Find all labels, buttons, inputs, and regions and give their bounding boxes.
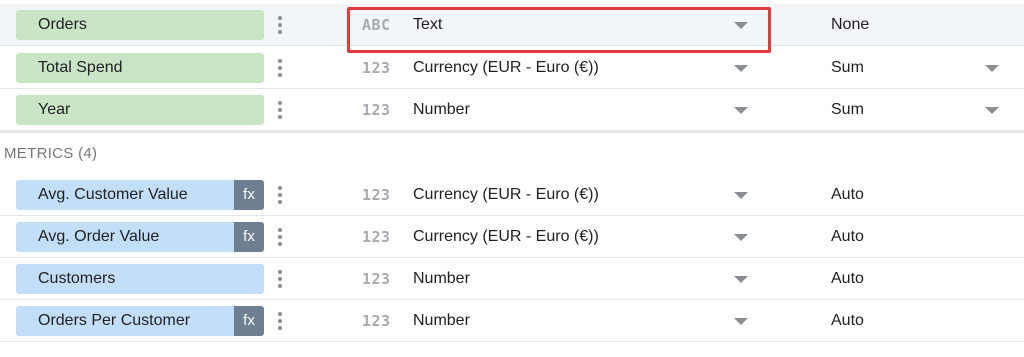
field-type-select[interactable]: Number (413, 101, 470, 119)
field-chip[interactable]: Year (16, 95, 264, 125)
caret-down-icon[interactable] (734, 192, 748, 199)
field-chip[interactable]: Orders (16, 10, 264, 40)
formula-badge[interactable]: fx (234, 222, 264, 252)
formula-badge[interactable]: fx (234, 180, 264, 210)
caret-down-icon[interactable] (985, 65, 999, 72)
aggregation-select[interactable]: Sum (831, 59, 864, 77)
section-divider (0, 131, 1024, 133)
caret-down-icon[interactable] (734, 65, 748, 72)
aggregation-label: None (831, 16, 870, 33)
aggregation-label: Auto (831, 312, 864, 329)
metric-row-orders-per-customer: Orders Per Customer fx 123 Number Auto (0, 300, 1024, 342)
123-type-icon: 123 (362, 101, 391, 119)
aggregation-select[interactable]: Sum (831, 101, 864, 119)
field-type-select[interactable]: Currency (EUR - Euro (€)) (413, 228, 599, 246)
dimension-row-orders: Orders ABC Text None (0, 4, 1024, 53)
more-vert-icon[interactable] (273, 307, 287, 335)
123-type-icon: 123 (362, 270, 391, 288)
field-type-select[interactable]: Number (413, 312, 470, 330)
caret-down-icon[interactable] (985, 107, 999, 114)
aggregation-label: Auto (831, 228, 864, 245)
more-vert-icon[interactable] (273, 11, 287, 39)
dimension-row-total-spend: Total Spend 123 Currency (EUR - Euro (€)… (0, 47, 1024, 89)
formula-badge[interactable]: fx (234, 306, 264, 336)
field-chip[interactable]: Avg. Order Value (16, 222, 234, 252)
more-vert-icon[interactable] (273, 96, 287, 124)
metric-row-customers: Customers 123 Number Auto (0, 258, 1024, 300)
123-type-icon: 123 (362, 186, 391, 204)
more-vert-icon[interactable] (273, 265, 287, 293)
field-type-select[interactable]: Currency (EUR - Euro (€)) (413, 59, 599, 77)
metrics-section-header: METRICS (4) (4, 145, 98, 162)
aggregation-label: Auto (831, 186, 864, 203)
123-type-icon: 123 (362, 312, 391, 330)
more-vert-icon[interactable] (273, 181, 287, 209)
more-vert-icon[interactable] (273, 223, 287, 251)
field-type-select[interactable]: Number (413, 270, 470, 288)
caret-down-icon[interactable] (734, 276, 748, 283)
metric-row-avg-order-value: Avg. Order Value fx 123 Currency (EUR - … (0, 216, 1024, 258)
field-chip[interactable]: Total Spend (16, 53, 264, 83)
aggregation-label: Auto (831, 270, 864, 287)
field-type-select[interactable]: Currency (EUR - Euro (€)) (413, 186, 599, 204)
caret-down-icon[interactable] (734, 318, 748, 325)
field-chip[interactable]: Avg. Customer Value (16, 180, 234, 210)
123-type-icon: 123 (362, 59, 391, 77)
caret-down-icon[interactable] (734, 107, 748, 114)
caret-down-icon[interactable] (734, 234, 748, 241)
field-chip[interactable]: Orders Per Customer (16, 306, 234, 336)
123-type-icon: 123 (362, 228, 391, 246)
more-vert-icon[interactable] (273, 54, 287, 82)
field-chip[interactable]: Customers (16, 264, 264, 294)
dimension-row-year: Year 123 Number Sum (0, 89, 1024, 131)
metric-row-avg-customer-value: Avg. Customer Value fx 123 Currency (EUR… (0, 174, 1024, 216)
